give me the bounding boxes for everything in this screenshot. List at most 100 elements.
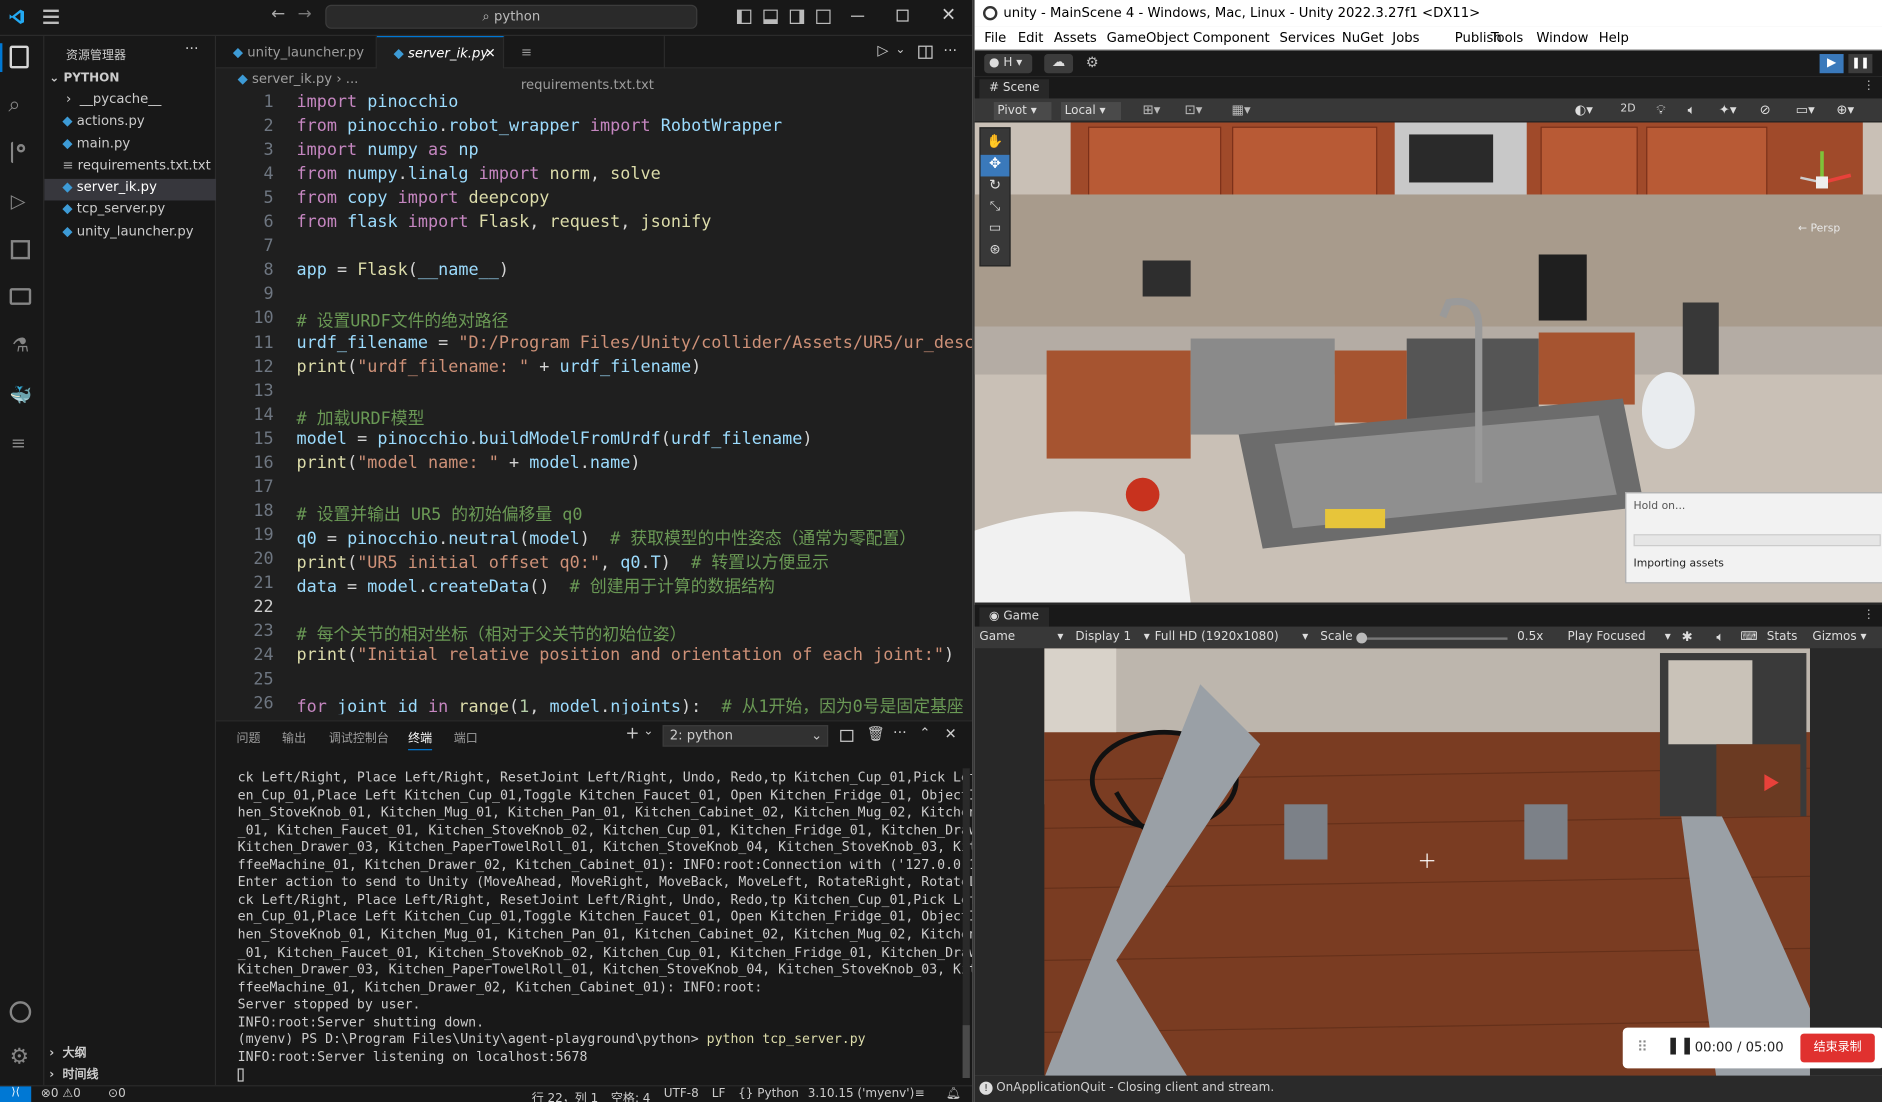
hidden-objects-icon[interactable]: ⊘ [1760, 102, 1771, 118]
transform-tool-icon[interactable]: ⊛ [981, 241, 1010, 263]
timeline-section[interactable]: › 时间线 [49, 1064, 98, 1081]
menu-gameobject[interactable]: GameObject [1107, 30, 1189, 46]
game-viewport[interactable] [1044, 648, 1810, 1078]
gizmos-button[interactable]: Gizmos ▾ [1812, 630, 1866, 643]
toggle-secondary-sidebar-icon[interactable] [789, 9, 805, 25]
code-line[interactable]: # 设置URDF文件的绝对路径 [296, 309, 508, 333]
play-button[interactable]: ▶ [1819, 54, 1844, 74]
code-line[interactable]: # 加载URDF模型 [296, 405, 424, 429]
run-debug-icon[interactable]: ▷ [11, 190, 26, 213]
drag-handle-icon[interactable]: ⠿ [1637, 1038, 1648, 1055]
chevron-down-icon[interactable]: ⌄ [643, 725, 653, 738]
line-ending[interactable]: LF [712, 1088, 726, 1101]
code-line[interactable]: from numpy.linalg import norm, solve [296, 165, 660, 184]
persp-label[interactable]: ← Persp [1798, 223, 1840, 235]
code-line[interactable]: # 每个关节的相对坐标（相对于父关节的初始位姿） [296, 622, 686, 646]
code-line[interactable]: from flask import Flask, request, jsonif… [296, 213, 711, 232]
more-options-icon[interactable]: ⋮ [1863, 79, 1875, 92]
terminal-select[interactable]: 2: python ⌄ [662, 725, 829, 747]
game-view-dropdown[interactable]: Game ▾ [979, 630, 1063, 643]
audio-mute-icon[interactable]: 🔈︎ [1716, 629, 1724, 646]
menu-window[interactable]: Window [1536, 30, 1588, 46]
stats-button[interactable]: Stats [1767, 630, 1798, 643]
code-line[interactable]: for joint_id in range(1, model.njoints):… [296, 694, 963, 715]
settings-gear-icon[interactable]: ⚙ [1080, 54, 1104, 73]
scale-tool-icon[interactable]: ⤡ [981, 198, 1010, 220]
tree-item-tcp-server[interactable]: ◆ tcp_server.py [44, 201, 216, 223]
minimize-button[interactable] [850, 15, 865, 17]
hand-tool-icon[interactable]: ✋ [981, 133, 1010, 155]
python-interpreter[interactable]: 3.10.15 ('myenv') [808, 1088, 914, 1101]
menu-file[interactable]: File [984, 30, 1006, 46]
code-line[interactable]: print("UR5 initial offset q0:", q0.T) # … [296, 550, 828, 574]
timeline-view-icon[interactable]: ≡ [11, 432, 26, 454]
toggle-panel-icon[interactable] [763, 9, 778, 25]
tree-item-main[interactable]: ◆ main.py [44, 135, 216, 157]
folder-header[interactable]: ⌄ PYTHON [49, 72, 119, 85]
tab-scene[interactable]: # Scene [979, 79, 1050, 99]
more-actions-icon[interactable]: ··· [893, 724, 907, 741]
remote-indicator[interactable]: ⟩⟨ [0, 1086, 32, 1102]
problems-status[interactable]: ⊗0 ⚠0 [41, 1088, 81, 1101]
gizmos-icon[interactable]: ⊕▾ [1836, 102, 1854, 118]
menu-services[interactable]: Services [1279, 30, 1335, 46]
code-editor[interactable]: 1 import pinocchio 2 from pinocchio.robot_w… [216, 90, 972, 714]
code-line[interactable]: print("urdf_filename: " + urdf_filename) [296, 357, 701, 376]
code-line[interactable]: model = pinocchio.buildModelFromUrdf(urd… [296, 429, 812, 448]
snap-increment-icon[interactable]: ⊡▾ [1185, 102, 1203, 118]
code-line[interactable]: import pinocchio [296, 92, 458, 111]
camera-icon[interactable]: ▭▾ [1796, 102, 1815, 118]
console-last-message[interactable]: OnApplicationQuit - Closing client and s… [996, 1082, 1274, 1095]
tab-unity-launcher[interactable]: ◆ unity_launcher.py [216, 36, 377, 69]
panel-tab-output[interactable]: 输出 [282, 727, 306, 745]
command-search-box[interactable]: ⌕ python [325, 4, 698, 29]
code-line[interactable]: app = Flask(__name__) [296, 261, 509, 280]
more-actions-icon[interactable]: ··· [943, 42, 957, 59]
maximize-button[interactable] [896, 9, 909, 22]
local-dropdown[interactable]: Local ▾ [1061, 102, 1122, 121]
effects-icon[interactable]: ✦▾ [1719, 102, 1737, 118]
code-line[interactable]: from copy import deepcopy [296, 189, 549, 208]
customize-layout-icon[interactable] [816, 9, 831, 25]
lighting-icon[interactable]: 💡︎ [1656, 102, 1665, 119]
search-view-icon[interactable]: ⌕ [8, 92, 20, 117]
more-options-icon[interactable]: ⋮ [1863, 609, 1875, 622]
pause-icon[interactable]: ❚❚ [1666, 1036, 1694, 1055]
tree-item-requirements[interactable]: ≡ requirements.txt.txt [44, 157, 216, 179]
code-line[interactable]: from pinocchio.robot_wrapper import Robo… [296, 116, 782, 135]
menu-help[interactable]: Help [1599, 30, 1629, 46]
resolution-dropdown[interactable]: Full HD (1920x1080) ▾ [1155, 630, 1309, 643]
panel-tab-problems[interactable]: 问题 [236, 727, 260, 745]
grid-snap-icon[interactable]: ⊞▾ [1143, 102, 1161, 118]
menu-jobs[interactable]: Jobs [1392, 30, 1419, 46]
menu-edit[interactable]: Edit [1018, 30, 1044, 46]
account-button[interactable]: ● H ▾ [984, 54, 1033, 74]
display-dropdown[interactable]: Display 1 ▾ [1075, 630, 1149, 643]
panel-tab-debug-console[interactable]: 调试控制台 [329, 727, 389, 745]
panel-tab-ports[interactable]: 端口 [454, 727, 478, 745]
grid-visibility-icon[interactable]: ▦▾ [1231, 102, 1250, 118]
code-line[interactable]: q0 = pinocchio.neutral(model) # 获取模型的中性姿… [296, 526, 916, 550]
ports-status[interactable]: ⊙0 [108, 1088, 126, 1101]
run-icon[interactable]: ▷ [877, 42, 888, 59]
rect-tool-icon[interactable]: ▭ [981, 220, 1010, 242]
forward-arrow-icon[interactable]: → [298, 5, 312, 24]
tree-item-actions[interactable]: ◆ actions.py [44, 113, 216, 135]
split-terminal-icon[interactable] [840, 729, 854, 742]
close-icon[interactable]: ✕ [485, 37, 496, 69]
new-terminal-icon[interactable]: + [625, 724, 639, 743]
bug-icon[interactable]: ✱ [1682, 629, 1693, 645]
scene-gizmo[interactable] [1791, 137, 1863, 221]
trash-icon[interactable]: 🗑 [867, 725, 885, 742]
panel-tab-terminal[interactable]: 终端 [408, 727, 433, 751]
menu-assets[interactable]: Assets [1054, 30, 1097, 46]
remote-explorer-icon[interactable] [9, 288, 32, 305]
settings-gear-icon[interactable]: ⚙ [10, 1044, 29, 1069]
language-mode[interactable]: {} Python [738, 1088, 799, 1101]
back-arrow-icon[interactable]: ← [271, 5, 285, 24]
rotate-tool-icon[interactable]: ↻ [981, 176, 1010, 198]
tree-item-pycache[interactable]: › __pycache__ [44, 91, 216, 113]
account-icon[interactable] [9, 1001, 32, 1023]
source-control-icon[interactable] [10, 141, 28, 164]
tab-requirements[interactable]: ≡ requirements.txt.txt [504, 36, 665, 92]
